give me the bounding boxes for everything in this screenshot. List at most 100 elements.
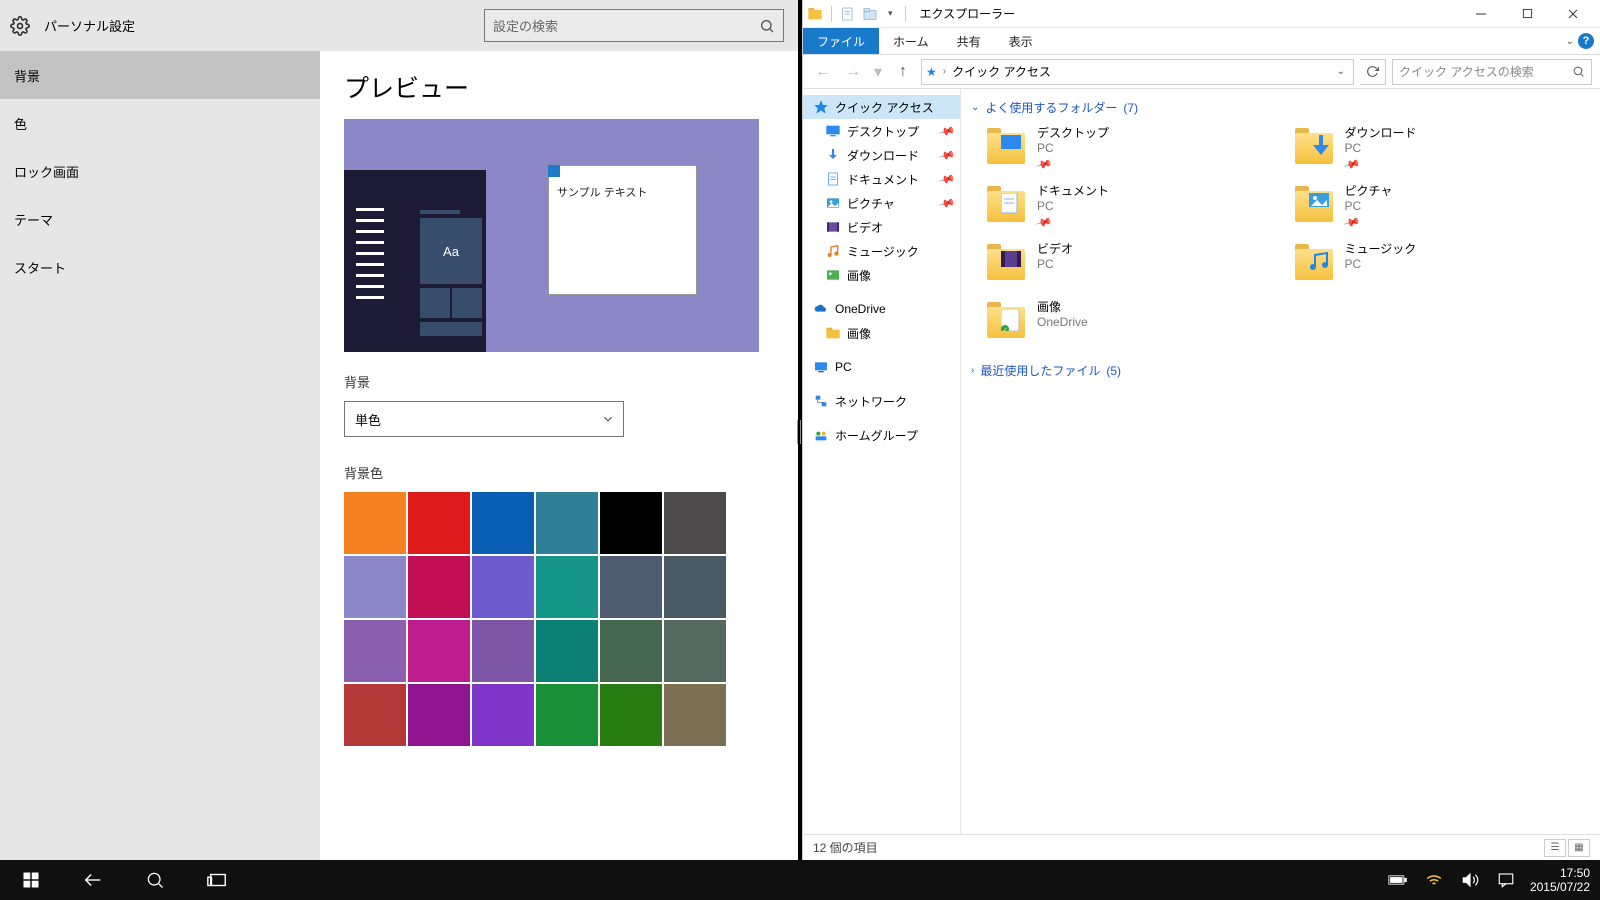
- settings-search-input[interactable]: 設定の検索: [484, 9, 784, 42]
- tree-item[interactable]: ドキュメント📌: [803, 167, 960, 191]
- explorer-addressbar: ← → ▾ ↑ ★ › クイック アクセス ⌄ クイック アクセスの検索: [803, 55, 1600, 89]
- folder-item[interactable]: ピクチャPC📌: [1293, 182, 1591, 234]
- tree-item[interactable]: 画像: [803, 263, 960, 287]
- color-swatch[interactable]: [408, 620, 470, 682]
- folder-item[interactable]: ビデオPC: [985, 240, 1283, 292]
- settings-main: プレビュー Aa サンプル テキスト 背景 単色 背景色: [320, 51, 802, 860]
- search-icon: [759, 18, 775, 34]
- taskbar-clock[interactable]: 17:50 2015/07/22: [1524, 866, 1600, 894]
- minimize-button[interactable]: [1458, 0, 1504, 28]
- color-swatch[interactable]: [344, 620, 406, 682]
- tree-item[interactable]: ダウンロード📌: [803, 143, 960, 167]
- color-swatch[interactable]: [408, 556, 470, 618]
- color-swatch[interactable]: [344, 684, 406, 746]
- group-frequent-folders[interactable]: ⌄ よく使用するフォルダー (7): [971, 99, 1590, 116]
- settings-nav-item[interactable]: 色: [0, 99, 320, 147]
- color-swatch[interactable]: [600, 492, 662, 554]
- explorer-search-input[interactable]: クイック アクセスの検索: [1392, 59, 1592, 85]
- settings-nav-item[interactable]: ロック画面: [0, 147, 320, 195]
- explorer-window: ▾ エクスプローラー ファイル ホーム 共有 表示 ⌄ ? ← → ▾ ↑ ★ …: [802, 0, 1600, 860]
- color-swatch[interactable]: [408, 684, 470, 746]
- settings-nav-item[interactable]: スタート: [0, 243, 320, 291]
- folder-item[interactable]: ドキュメントPC📌: [985, 182, 1283, 234]
- color-swatch[interactable]: [472, 684, 534, 746]
- bg-type-value: 単色: [355, 410, 381, 429]
- chevron-right-icon: ›: [971, 365, 974, 376]
- breadcrumb-dropdown-icon[interactable]: ⌄: [1333, 66, 1349, 77]
- bg-color-label: 背景色: [344, 463, 778, 482]
- color-swatch[interactable]: [664, 556, 726, 618]
- color-swatch[interactable]: [472, 492, 534, 554]
- preview-heading: プレビュー: [344, 69, 778, 105]
- nav-up-button[interactable]: ↑: [891, 60, 915, 84]
- taskbar-back-button[interactable]: [62, 860, 124, 900]
- settings-nav-item[interactable]: テーマ: [0, 195, 320, 243]
- explorer-app-icon: [807, 6, 823, 22]
- color-swatch[interactable]: [600, 620, 662, 682]
- tree-item[interactable]: 画像: [803, 321, 960, 345]
- tree-item[interactable]: クイック アクセス: [803, 95, 960, 119]
- nav-forward-button[interactable]: →: [841, 60, 865, 84]
- color-swatch[interactable]: [344, 556, 406, 618]
- tree-item[interactable]: ピクチャ📌: [803, 191, 960, 215]
- start-button[interactable]: [0, 860, 62, 900]
- taskbar-search-button[interactable]: [124, 860, 186, 900]
- search-icon: [1572, 65, 1585, 78]
- folder-item[interactable]: ✓画像OneDrive: [985, 298, 1283, 350]
- ribbon-collapse-icon[interactable]: ⌄: [1566, 36, 1574, 47]
- tray-battery-icon[interactable]: [1380, 860, 1416, 900]
- color-swatch[interactable]: [536, 556, 598, 618]
- close-button[interactable]: [1550, 0, 1596, 28]
- color-swatch[interactable]: [536, 492, 598, 554]
- color-swatch[interactable]: [472, 620, 534, 682]
- color-swatch[interactable]: [536, 620, 598, 682]
- qat-properties-icon[interactable]: [840, 6, 856, 22]
- folder-item[interactable]: デスクトップPC📌: [985, 124, 1283, 176]
- ribbon-tab-file[interactable]: ファイル: [803, 28, 879, 54]
- nav-recent-dropdown[interactable]: ▾: [871, 60, 885, 84]
- breadcrumb-segment[interactable]: クイック アクセス: [952, 63, 1051, 80]
- view-icons-button[interactable]: ▦: [1568, 839, 1590, 857]
- action-center-icon[interactable]: [1488, 860, 1524, 900]
- gear-icon: [10, 16, 30, 36]
- folder-item[interactable]: ダウンロードPC📌: [1293, 124, 1591, 176]
- tree-item[interactable]: デスクトップ📌: [803, 119, 960, 143]
- tree-item[interactable]: PC: [803, 355, 960, 379]
- tree-item[interactable]: ホームグループ: [803, 423, 960, 447]
- color-swatch[interactable]: [664, 492, 726, 554]
- settings-nav-item[interactable]: 背景: [0, 51, 320, 99]
- color-swatch[interactable]: [664, 620, 726, 682]
- view-details-button[interactable]: ☰: [1544, 839, 1566, 857]
- tree-item[interactable]: ミュージック: [803, 239, 960, 263]
- tree-item[interactable]: OneDrive: [803, 297, 960, 321]
- tree-item[interactable]: ネットワーク: [803, 389, 960, 413]
- group-recent-files[interactable]: › 最近使用したファイル (5): [971, 362, 1590, 379]
- ribbon-tab-share[interactable]: 共有: [943, 28, 995, 54]
- help-icon[interactable]: ?: [1578, 33, 1594, 49]
- folder-item[interactable]: ミュージックPC: [1293, 240, 1591, 292]
- breadcrumb[interactable]: ★ › クイック アクセス ⌄: [921, 59, 1354, 85]
- ribbon-tab-home[interactable]: ホーム: [879, 28, 943, 54]
- color-swatch[interactable]: [600, 684, 662, 746]
- color-swatch[interactable]: [600, 556, 662, 618]
- tray-network-icon[interactable]: [1416, 860, 1452, 900]
- maximize-button[interactable]: [1504, 0, 1550, 28]
- color-swatch[interactable]: [536, 684, 598, 746]
- tree-item[interactable]: ビデオ: [803, 215, 960, 239]
- refresh-button[interactable]: [1360, 59, 1386, 85]
- explorer-tree: クイック アクセスデスクトップ📌ダウンロード📌ドキュメント📌ピクチャ📌ビデオミュ…: [803, 89, 961, 834]
- tray-volume-icon[interactable]: [1452, 860, 1488, 900]
- color-swatch[interactable]: [344, 492, 406, 554]
- color-swatch[interactable]: [664, 684, 726, 746]
- qat-newfolder-icon[interactable]: [862, 6, 878, 22]
- nav-back-button[interactable]: ←: [811, 60, 835, 84]
- color-swatch[interactable]: [472, 556, 534, 618]
- qat-dropdown-icon[interactable]: ▾: [888, 8, 893, 19]
- task-view-button[interactable]: [186, 860, 248, 900]
- status-item-count: 12 個の項目: [813, 839, 878, 856]
- ribbon-tab-view[interactable]: 表示: [995, 28, 1047, 54]
- bg-type-select[interactable]: 単色: [344, 401, 624, 437]
- color-swatch[interactable]: [408, 492, 470, 554]
- settings-titlebar: パーソナル設定 設定の検索: [0, 0, 802, 51]
- explorer-titlebar: ▾ エクスプローラー: [803, 0, 1600, 28]
